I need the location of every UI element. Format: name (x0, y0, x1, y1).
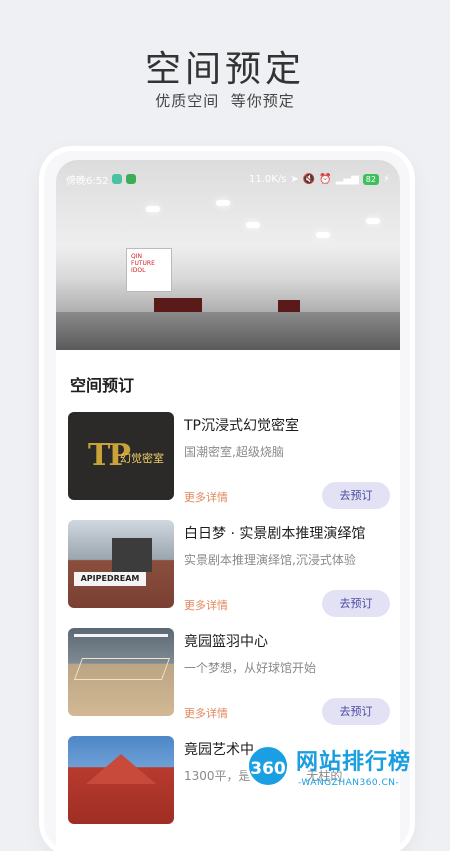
venue-description: 实景剧本推理演绎馆,沉浸式体验 (184, 553, 356, 567)
venue-description-start: 1300平，是 (184, 769, 251, 783)
ceiling-light (316, 232, 330, 238)
status-bar: 傍晚6:52 11.0K/s ➤ 🔇 ⏰ ▂▄▆ 82 ⚡ (56, 170, 400, 188)
network-speed: 11.0K/s (249, 173, 287, 185)
venue-thumbnail: APIPEDREAM (68, 520, 174, 608)
court-lines (73, 658, 171, 680)
venue-thumbnail (68, 736, 174, 824)
more-details-link[interactable]: 更多详情 (184, 705, 228, 721)
venue-card[interactable]: TP 幻觉密室 TP沉浸式幻觉密室 国潮密室,超级烧脑 更多详情 去预订 (68, 412, 398, 509)
building-door (112, 538, 152, 572)
venue-name: 竟园篮羽中心 (184, 634, 268, 650)
status-time: 傍晚6:52 (66, 175, 109, 187)
book-button[interactable]: 去预订 (322, 590, 390, 617)
venue-name: TP沉浸式幻觉密室 (184, 418, 299, 434)
ceiling-light (246, 222, 260, 228)
app-notification-icon (112, 174, 123, 184)
venue-card[interactable]: 竟园篮羽中心 一个梦想，从好球馆开始 更多详情 去预订 (68, 628, 398, 725)
venue-description: 国潮密室,超级烧脑 (184, 445, 284, 459)
venue-thumbnail: TP 幻觉密室 (68, 412, 174, 500)
building-roof (86, 754, 156, 784)
charging-icon: ⚡ (382, 173, 390, 185)
venue-logo-text: 幻觉密室 (120, 452, 164, 465)
ceiling-light (216, 200, 230, 206)
alarm-icon: ⏰ (319, 173, 332, 185)
watermark-badge: 360 (246, 744, 290, 788)
signal-icon: ▂▄▆ (335, 173, 359, 185)
location-icon: ➤ (290, 173, 299, 185)
mute-icon: 🔇 (302, 173, 316, 185)
hero-image: 傍晚6:52 11.0K/s ➤ 🔇 ⏰ ▂▄▆ 82 ⚡ QIN FUTURE… (56, 160, 400, 350)
section-title: 空间预订 (70, 376, 135, 395)
battery-icon: 82 (362, 173, 379, 185)
venue-card[interactable]: APIPEDREAM 白日梦 · 实景剧本推理演绎馆 实景剧本推理演绎馆,沉浸式… (68, 520, 398, 617)
venue-name: 白日梦 · 实景剧本推理演绎馆 (184, 526, 366, 542)
watermark: 360 网站排行榜 -WANGZHAN360.CN- (246, 738, 450, 800)
watermark-text: 网站排行榜 (296, 750, 412, 775)
floor (56, 312, 400, 350)
book-button[interactable]: 去预订 (322, 698, 390, 725)
court-lights (74, 634, 168, 637)
promo-subtitle: 优质空间 等你预定 (155, 92, 295, 110)
ceiling-light (366, 218, 380, 224)
ceiling-light (146, 206, 160, 212)
venue-description: 一个梦想，从好球馆开始 (184, 661, 317, 675)
promo-title: 空间预定 (144, 49, 305, 90)
wechat-notification-icon (126, 174, 137, 184)
wall-sign: QIN FUTURE IDOL (126, 248, 172, 292)
watermark-url: -WANGZHAN360.CN- (298, 778, 400, 788)
more-details-link[interactable]: 更多详情 (184, 489, 228, 505)
venue-sign: APIPEDREAM (74, 572, 146, 586)
book-button[interactable]: 去预订 (322, 482, 390, 509)
more-details-link[interactable]: 更多详情 (184, 597, 228, 613)
venue-thumbnail (68, 628, 174, 716)
